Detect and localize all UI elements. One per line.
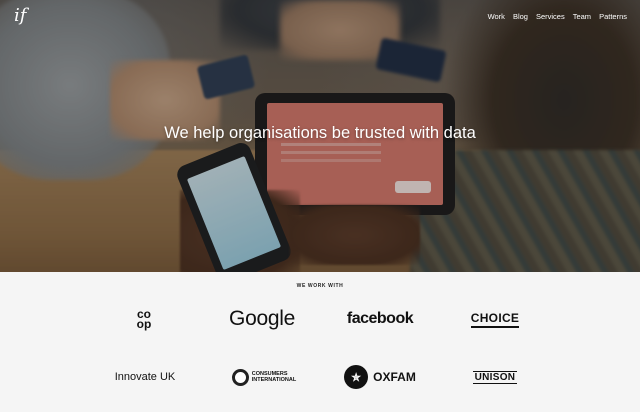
oxfam-text: OXFAM <box>373 370 416 384</box>
consumers-line2: INTERNATIONAL <box>251 377 297 383</box>
nav-item-work[interactable]: Work <box>488 12 505 21</box>
main-nav: Work Blog Services Team Patterns <box>488 12 627 21</box>
nav-item-services[interactable]: Services <box>536 12 565 21</box>
client-logo-google: Google <box>229 307 295 330</box>
clients-label: WE WORK WITH <box>296 283 344 289</box>
choice-text: CHOICE <box>470 311 520 328</box>
client-logo-oxfam: ✮ OXFAM <box>340 363 420 391</box>
nav-item-blog[interactable]: Blog <box>513 12 528 21</box>
nav-item-team[interactable]: Team <box>573 12 591 21</box>
consumers-ring-icon <box>231 368 249 386</box>
nav-item-patterns[interactable]: Patterns <box>599 12 627 21</box>
client-logo-consumers-international: CONSUMERS INTERNATIONAL <box>224 364 304 390</box>
client-logo-facebook: facebook <box>346 310 414 327</box>
client-logo-innovate-uk: Innovate UK <box>114 371 176 383</box>
unison-text: UNISON <box>472 370 518 384</box>
site-logo[interactable]: if <box>14 6 32 26</box>
client-logo-coop: co op <box>124 304 164 334</box>
client-logo-choice: CHOICE <box>460 304 530 334</box>
hero-headline: We help organisations be trusted with da… <box>164 124 476 142</box>
hero-section: if Work Blog Services Team Patterns We h… <box>0 0 640 272</box>
client-logo-unison: UNISON <box>462 364 528 390</box>
clients-section: WE WORK WITH co op Google facebook CHOIC… <box>0 272 640 412</box>
coop-line2: op <box>136 317 152 331</box>
oxfam-figure-icon: ✮ <box>344 365 369 389</box>
consumers-text: CONSUMERS INTERNATIONAL <box>252 371 297 383</box>
